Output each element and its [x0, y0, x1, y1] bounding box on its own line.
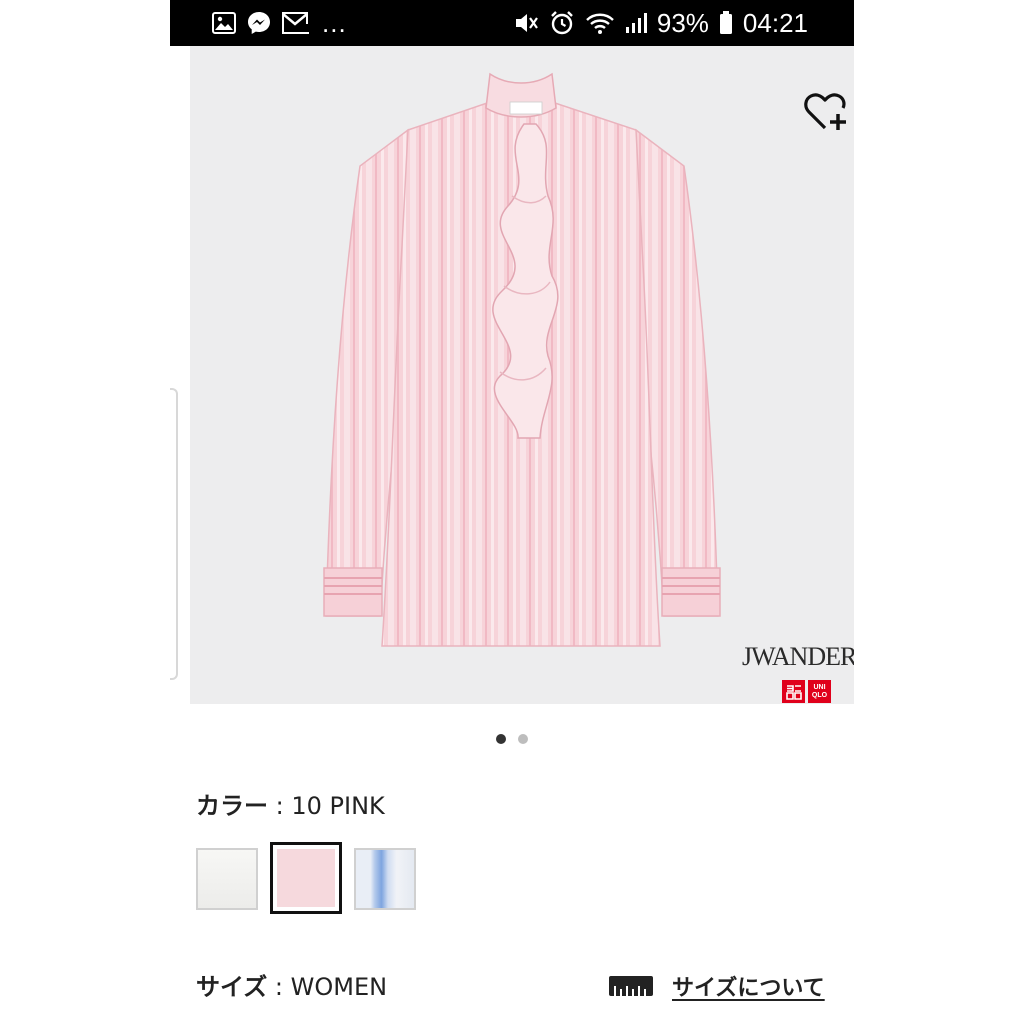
swatch-white[interactable] — [196, 848, 258, 910]
more-notifications: ... — [322, 7, 347, 38]
product-image[interactable]: JWANDERSO UNIQLO — [190, 46, 854, 704]
size-value: WOMEN — [290, 973, 388, 1001]
uniqlo-logo-katakana — [782, 680, 805, 703]
color-separator: : — [268, 792, 292, 820]
blouse-image — [323, 72, 721, 647]
gmail-icon — [282, 11, 310, 35]
color-label: カラー — [196, 792, 268, 820]
color-selection: カラー : 10 PINK — [196, 786, 385, 821]
alarm-icon — [549, 10, 575, 36]
ruler-icon — [609, 976, 653, 996]
size-label: サイズ — [196, 973, 268, 1001]
status-bar: ... 93% 04:21 — [170, 0, 854, 46]
wishlist-button[interactable] — [804, 92, 850, 134]
messenger-icon — [246, 10, 272, 36]
carousel-dot-2[interactable] — [518, 734, 528, 744]
app-screen: ... 93% 04:21 JWANDER UNI QLO カラー: 10 P… — [170, 0, 854, 1024]
mute-icon — [513, 11, 539, 35]
color-value: 10 PINK — [291, 792, 385, 820]
status-bar-right: 93% 04:21 — [513, 8, 808, 39]
battery-icon — [719, 11, 733, 35]
carousel-pager — [170, 734, 854, 744]
size-selection: サイズ : WOMEN — [196, 967, 387, 1002]
swatch-pink[interactable] — [270, 842, 342, 914]
brand-watermark: JWANDERSO — [742, 642, 854, 671]
size-separator: : — [267, 973, 291, 1001]
heart-plus-icon — [804, 93, 846, 130]
status-bar-left: ... — [212, 8, 347, 39]
side-panel-handle[interactable] — [170, 388, 178, 680]
clock: 04:21 — [742, 7, 808, 38]
gallery-icon — [212, 12, 236, 34]
wifi-icon — [585, 11, 615, 35]
swatch-blue-stripe[interactable] — [354, 848, 416, 910]
size-guide-link[interactable]: サイズについて — [608, 970, 825, 1002]
signal-icon — [625, 12, 647, 34]
color-swatches — [196, 842, 416, 914]
carousel-dot-1[interactable] — [496, 734, 506, 744]
battery-percent: 93% — [656, 7, 709, 38]
uniqlo-logo-latin: UNI QLO — [808, 680, 831, 703]
size-guide-label[interactable]: サイズについて — [672, 970, 825, 1002]
